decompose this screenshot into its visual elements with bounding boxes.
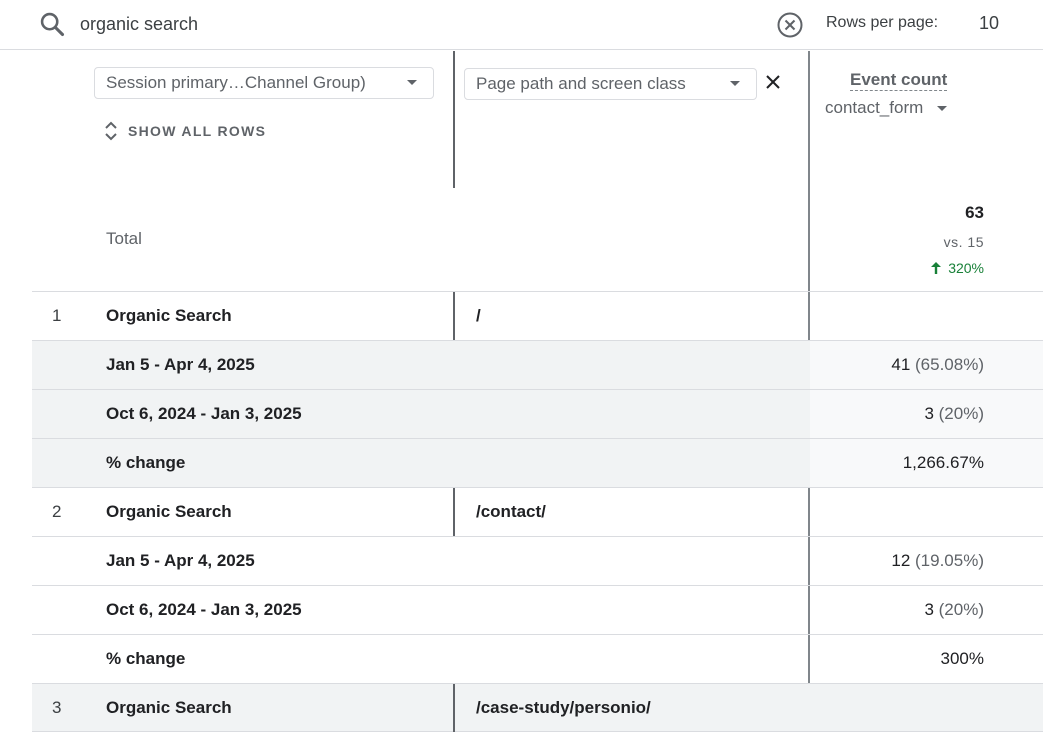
table-row[interactable]: 1 Organic Search / [32, 291, 1043, 341]
rows-per-page-label: Rows per page: [826, 14, 939, 31]
column-divider [453, 292, 455, 341]
table-row: % change 1,266.67% [32, 438, 1043, 487]
total-comparison: vs. 15 [943, 234, 984, 250]
metric-value: 12 (19.05%) [891, 551, 984, 570]
show-all-rows-label: SHOW ALL ROWS [128, 123, 267, 139]
row-dimension-2: /case-study/personio/ [476, 698, 651, 717]
table-row[interactable]: 2 Organic Search /contact/ [32, 487, 1043, 537]
row-dimension-1: Organic Search [106, 502, 232, 521]
date-range-label: Jan 5 - Apr 4, 2025 [106, 355, 255, 374]
metric-value: 3 (20%) [924, 404, 984, 423]
table-search-bar: Rows per page: 10 [0, 0, 1043, 50]
metric-value: 1,266.67% [902, 453, 984, 472]
table-row: Oct 6, 2024 - Jan 3, 2025 3 (20%) [32, 585, 1043, 634]
rows-per-page-select[interactable]: 10 [979, 13, 999, 34]
column-divider [453, 51, 455, 188]
table-row: Jan 5 - Apr 4, 2025 12 (19.05%) [32, 536, 1043, 585]
row-dimension-2: / [476, 306, 481, 325]
arrow-up-icon [931, 262, 942, 274]
date-range-label: Jan 5 - Apr 4, 2025 [106, 551, 255, 570]
table-row: Jan 5 - Apr 4, 2025 41 (65.08%) [32, 340, 1043, 389]
report-table: Session primary…Channel Group) Page path… [32, 51, 1043, 732]
search-input[interactable] [80, 12, 730, 36]
table-row: Oct 6, 2024 - Jan 3, 2025 3 (20%) [32, 389, 1043, 438]
column-divider [453, 684, 455, 732]
secondary-dimension-select[interactable]: Page path and screen class [464, 68, 757, 100]
expand-icon [105, 121, 117, 141]
chevron-down-icon [937, 105, 948, 111]
search-icon [40, 12, 65, 37]
metric-value: 41 (65.08%) [891, 355, 984, 374]
date-range-label: Oct 6, 2024 - Jan 3, 2025 [106, 600, 302, 619]
total-change: 320% [931, 260, 984, 276]
metric-filter-label: contact_form [825, 98, 924, 117]
metric-cell: 41 (65.08%) [810, 341, 1043, 389]
date-range-label: Oct 6, 2024 - Jan 3, 2025 [106, 404, 302, 423]
metric-header[interactable]: Event count [850, 70, 948, 91]
primary-dimension-select[interactable]: Session primary…Channel Group) [94, 67, 434, 99]
metric-cell: 3 (20%) [810, 390, 1043, 438]
metric-cell: 1,266.67% [810, 439, 1043, 487]
metric-filter-select[interactable]: contact_form [825, 98, 948, 118]
remove-dimension-icon[interactable] [764, 73, 782, 91]
total-change-value: 320% [948, 260, 984, 276]
change-label: % change [106, 649, 186, 668]
row-dimension-1: Organic Search [106, 698, 232, 717]
row-number: 2 [52, 502, 62, 521]
row-dimension-1: Organic Search [106, 306, 232, 325]
secondary-dimension-label: Page path and screen class [476, 74, 686, 93]
total-value: 63 [965, 203, 984, 222]
change-label: % change [106, 453, 186, 472]
show-all-rows-button[interactable]: SHOW ALL ROWS [104, 121, 266, 141]
row-number: 3 [52, 698, 62, 717]
metric-cell: 300% [810, 635, 1043, 683]
primary-dimension-label: Session primary…Channel Group) [106, 73, 366, 92]
clear-search-icon[interactable] [776, 11, 804, 39]
metric-value: 300% [940, 649, 984, 668]
table-row: % change 300% [32, 634, 1043, 683]
chevron-down-icon [730, 81, 740, 86]
column-divider [453, 488, 455, 537]
metric-value: 3 (20%) [924, 600, 984, 619]
chevron-down-icon [407, 80, 417, 85]
metric-cell: 12 (19.05%) [810, 537, 1043, 585]
total-label: Total [106, 229, 142, 248]
metric-cell: 3 (20%) [810, 586, 1043, 634]
row-dimension-2: /contact/ [476, 502, 546, 521]
table-row[interactable]: 3 Organic Search /case-study/personio/ [32, 683, 1043, 732]
row-number: 1 [52, 306, 62, 325]
